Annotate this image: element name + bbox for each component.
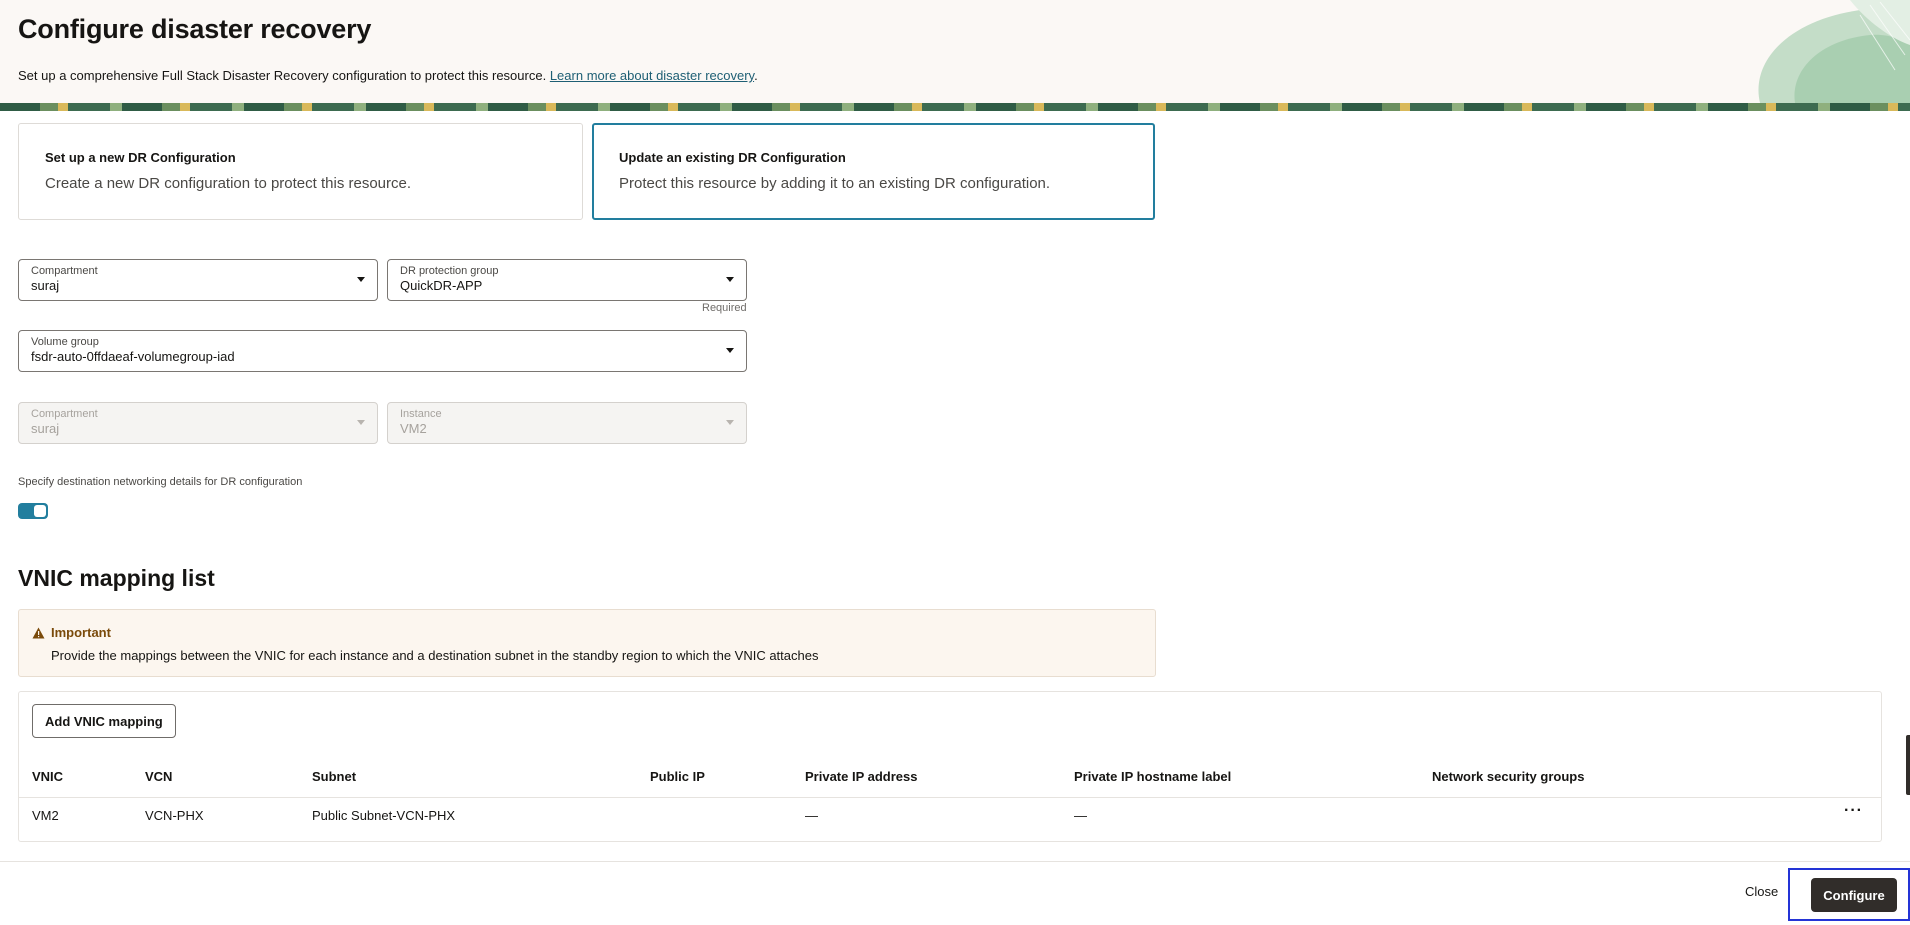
volume-group-select[interactable]: Volume group fsdr-auto-0ffdaeaf-volumegr… xyxy=(18,330,747,372)
source-compartment-value: suraj xyxy=(31,421,60,436)
instance-value: VM2 xyxy=(400,421,427,436)
close-button[interactable]: Close xyxy=(1745,884,1778,899)
page-description: Set up a comprehensive Full Stack Disast… xyxy=(18,68,758,83)
source-compartment-label: Compartment xyxy=(31,408,98,420)
important-notice: Important Provide the mappings between t… xyxy=(18,609,1156,677)
column-header-nsg: Network security groups xyxy=(1432,769,1585,784)
description-period: . xyxy=(754,68,758,83)
configure-button[interactable]: Configure xyxy=(1811,878,1897,912)
compartment-value: suraj xyxy=(31,278,60,293)
option-card-new-config[interactable]: Set up a new DR Configuration Create a n… xyxy=(18,123,583,220)
vnic-mapping-table: Add VNIC mapping VNIC VCN Subnet Public … xyxy=(18,691,1882,842)
caret-down-icon xyxy=(726,348,734,353)
cell-subnet: Public Subnet-VCN-PHX xyxy=(312,808,456,823)
caret-down-icon xyxy=(357,420,365,425)
required-hint: Required xyxy=(702,302,747,314)
instance-label: Instance xyxy=(400,408,442,420)
cell-private-ip: — xyxy=(805,808,818,823)
column-header-public-ip: Public IP xyxy=(650,769,705,784)
option-card-title: Set up a new DR Configuration xyxy=(45,150,236,165)
dr-protection-group-value: QuickDR-APP xyxy=(400,278,483,293)
dr-protection-group-label: DR protection group xyxy=(400,265,499,277)
option-card-description: Create a new DR configuration to protect… xyxy=(45,175,412,192)
row-actions-menu-icon[interactable]: ··· xyxy=(1844,802,1863,820)
option-card-title: Update an existing DR Configuration xyxy=(619,150,846,165)
description-text: Set up a comprehensive Full Stack Disast… xyxy=(18,68,547,83)
caret-down-icon xyxy=(726,277,734,282)
volume-group-value: fsdr-auto-0ffdaeaf-volumegroup-iad xyxy=(31,349,235,364)
row-divider xyxy=(19,797,1881,798)
add-vnic-mapping-button[interactable]: Add VNIC mapping xyxy=(32,704,176,738)
column-header-hostname-label: Private IP hostname label xyxy=(1074,769,1232,784)
source-compartment-select: Compartment suraj xyxy=(18,402,378,444)
warning-icon xyxy=(32,627,45,639)
volume-group-label: Volume group xyxy=(31,336,99,348)
instance-select: Instance VM2 xyxy=(387,402,747,444)
section-title: VNIC mapping list xyxy=(18,565,215,591)
option-card-description: Protect this resource by adding it to an… xyxy=(619,175,1051,192)
column-header-vcn: VCN xyxy=(145,769,173,784)
page-title: Configure disaster recovery xyxy=(18,14,372,44)
column-header-vnic: VNIC xyxy=(32,769,64,784)
learn-more-link[interactable]: Learn more about disaster recovery xyxy=(550,68,754,83)
compartment-label: Compartment xyxy=(31,265,98,277)
option-card-existing-config[interactable]: Update an existing DR Configuration Prot… xyxy=(592,123,1155,220)
notice-text: Provide the mappings between the VNIC fo… xyxy=(51,648,819,663)
column-header-private-ip: Private IP address xyxy=(805,769,918,784)
column-header-subnet: Subnet xyxy=(312,769,357,784)
cell-hostname-label: — xyxy=(1074,808,1087,823)
caret-down-icon xyxy=(357,277,365,282)
toggle-knob xyxy=(34,505,46,517)
compartment-select[interactable]: Compartment suraj xyxy=(18,259,378,301)
footer-divider xyxy=(0,861,1910,862)
caret-down-icon xyxy=(726,420,734,425)
dr-protection-group-select[interactable]: DR protection group QuickDR-APP xyxy=(387,259,747,301)
decorative-band xyxy=(0,103,1910,111)
cell-vnic: VM2 xyxy=(32,808,59,823)
networking-toggle-label: Specify destination networking details f… xyxy=(18,476,303,488)
page-header: Configure disaster recovery Set up a com… xyxy=(0,0,1910,111)
side-panel-handle[interactable] xyxy=(1906,735,1910,795)
notice-title: Important xyxy=(51,625,111,640)
cell-vcn: VCN-PHX xyxy=(145,808,204,823)
networking-toggle[interactable] xyxy=(18,503,48,519)
decorative-leaf-illustration xyxy=(1758,0,1910,103)
